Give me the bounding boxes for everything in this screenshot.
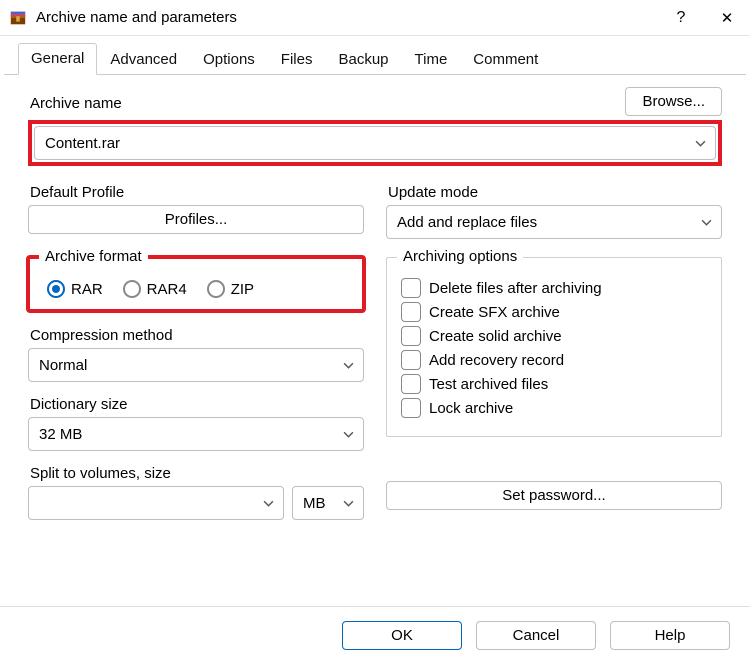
- checkbox-icon: [401, 374, 421, 394]
- radio-icon: [123, 280, 141, 298]
- archive-name-label: Archive name: [30, 95, 122, 112]
- archive-name-combo[interactable]: Content.rar: [34, 126, 716, 160]
- radio-rar[interactable]: RAR: [47, 280, 103, 298]
- update-mode-label: Update mode: [388, 184, 722, 201]
- check-label: Delete files after archiving: [429, 280, 602, 297]
- tab-comment[interactable]: Comment: [460, 44, 551, 75]
- update-mode-value: Add and replace files: [397, 214, 699, 231]
- window-title: Archive name and parameters: [36, 9, 237, 26]
- tab-content: Archive name Browse... Content.rar Defau…: [0, 75, 750, 606]
- check-label: Add recovery record: [429, 352, 564, 369]
- default-profile-label: Default Profile: [30, 184, 364, 201]
- check-label: Lock archive: [429, 400, 513, 417]
- dictionary-size-label: Dictionary size: [30, 396, 364, 413]
- compression-method-combo[interactable]: Normal: [28, 348, 364, 382]
- radio-rar4[interactable]: RAR4: [123, 280, 187, 298]
- tab-backup[interactable]: Backup: [325, 44, 401, 75]
- compression-method-label: Compression method: [30, 327, 364, 344]
- archive-name-value: Content.rar: [45, 135, 693, 152]
- help-footer-button[interactable]: Help: [610, 621, 730, 650]
- check-recovery[interactable]: Add recovery record: [401, 350, 707, 370]
- update-mode-combo[interactable]: Add and replace files: [386, 205, 722, 239]
- check-lock[interactable]: Lock archive: [401, 398, 707, 418]
- tab-advanced[interactable]: Advanced: [97, 44, 190, 75]
- tab-time[interactable]: Time: [402, 44, 461, 75]
- help-button[interactable]: ?: [658, 0, 704, 36]
- set-password-button[interactable]: Set password...: [386, 481, 722, 510]
- checkbox-icon: [401, 398, 421, 418]
- radio-label: RAR4: [147, 281, 187, 298]
- browse-button[interactable]: Browse...: [625, 87, 722, 116]
- chevron-down-icon: [341, 427, 355, 441]
- tab-files[interactable]: Files: [268, 44, 326, 75]
- radio-icon: [47, 280, 65, 298]
- archiving-options-group: Archiving options Delete files after arc…: [386, 257, 722, 437]
- split-unit-combo[interactable]: MB: [292, 486, 364, 520]
- split-label: Split to volumes, size: [30, 465, 364, 482]
- tabstrip: General Advanced Options Files Backup Ti…: [4, 36, 746, 75]
- checkbox-icon: [401, 278, 421, 298]
- ok-button[interactable]: OK: [342, 621, 462, 650]
- dictionary-size-combo[interactable]: 32 MB: [28, 417, 364, 451]
- titlebar: Archive name and parameters ? ✕: [0, 0, 750, 36]
- check-sfx[interactable]: Create SFX archive: [401, 302, 707, 322]
- check-label: Create solid archive: [429, 328, 562, 345]
- check-test[interactable]: Test archived files: [401, 374, 707, 394]
- compression-method-value: Normal: [39, 357, 341, 374]
- checkbox-icon: [401, 326, 421, 346]
- tab-general[interactable]: General: [18, 43, 97, 75]
- chevron-down-icon: [341, 496, 355, 510]
- profiles-button[interactable]: Profiles...: [28, 205, 364, 234]
- radio-zip[interactable]: ZIP: [207, 280, 254, 298]
- tab-options[interactable]: Options: [190, 44, 268, 75]
- split-unit-value: MB: [303, 495, 341, 512]
- archiving-options-legend: Archiving options: [397, 248, 523, 265]
- dialog-footer: OK Cancel Help: [0, 606, 750, 666]
- archive-format-legend: Archive format: [39, 248, 148, 265]
- chevron-down-icon: [341, 358, 355, 372]
- radio-icon: [207, 280, 225, 298]
- checkbox-icon: [401, 302, 421, 322]
- dictionary-size-value: 32 MB: [39, 426, 341, 443]
- archive-format-group: Archive format RAR RAR4 ZIP: [28, 257, 364, 311]
- check-solid[interactable]: Create solid archive: [401, 326, 707, 346]
- cancel-button[interactable]: Cancel: [476, 621, 596, 650]
- chevron-down-icon: [699, 215, 713, 229]
- app-icon: [8, 8, 28, 28]
- check-label: Test archived files: [429, 376, 548, 393]
- checkbox-icon: [401, 350, 421, 370]
- check-label: Create SFX archive: [429, 304, 560, 321]
- chevron-down-icon: [261, 496, 275, 510]
- radio-label: RAR: [71, 281, 103, 298]
- close-button[interactable]: ✕: [704, 0, 750, 36]
- check-delete-after[interactable]: Delete files after archiving: [401, 278, 707, 298]
- split-size-combo[interactable]: [28, 486, 284, 520]
- dialog-window: Archive name and parameters ? ✕ General …: [0, 0, 750, 666]
- chevron-down-icon: [693, 136, 707, 150]
- radio-label: ZIP: [231, 281, 254, 298]
